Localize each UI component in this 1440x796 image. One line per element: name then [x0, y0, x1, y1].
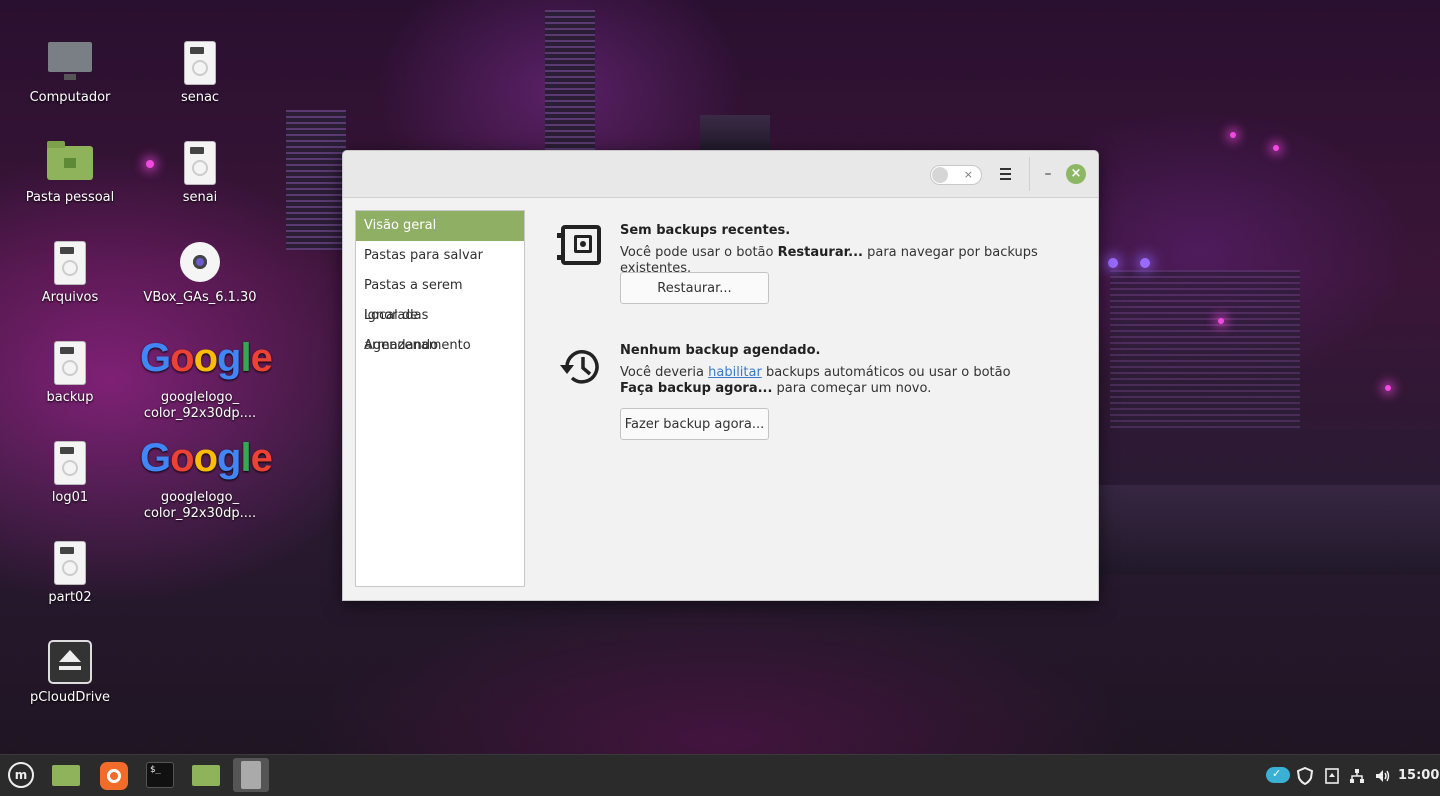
folder-icon [192, 765, 220, 786]
minimize-button[interactable]: – [1036, 162, 1060, 186]
drive-icon [176, 38, 224, 86]
disc-icon [176, 238, 224, 286]
desktop-icon-googlelogo-1[interactable]: Google googlelogo_ color_92x30dp.... [140, 336, 273, 422]
restore-title: Sem backups recentes. [620, 223, 791, 238]
desktop-icon-label: Computador [29, 90, 111, 105]
wallpaper-light [1385, 385, 1391, 391]
desktop-icon-label: Pasta pessoal [25, 190, 115, 205]
desktop-icon-label: VBox_GAs_6.1.30 [143, 290, 257, 305]
sidebar-item-pastas-para-salvar[interactable]: Pastas para salvar [356, 241, 524, 271]
wallpaper-wall [1097, 485, 1440, 575]
schedule-title: Nenhum backup agendado. [620, 343, 821, 358]
desktop-icon-label: pCloudDrive [29, 690, 111, 705]
google-logo-icon: Google [140, 336, 273, 380]
desktop-icon-part02[interactable]: part02 [10, 538, 130, 605]
volume-icon[interactable] [1374, 755, 1392, 796]
titlebar-separator [1029, 157, 1030, 191]
drive-icon [176, 138, 224, 186]
pcloud-sync-icon[interactable] [1266, 766, 1290, 783]
taskbar-files-window[interactable] [188, 758, 224, 792]
menu-button-mint[interactable]: m [4, 758, 40, 792]
toggle-switch[interactable]: × [930, 165, 982, 185]
terminal-icon: $_ [146, 762, 174, 788]
desktop-icon-label: Arquivos [41, 290, 99, 305]
backup-tool-icon [241, 761, 261, 789]
firefox-icon [100, 762, 128, 790]
desktop-icon-label: backup [46, 390, 94, 405]
wallpaper-light [1273, 145, 1279, 151]
schedule-description: Você deveria habilitar backups automátic… [620, 365, 1011, 396]
safe-icon [557, 223, 605, 271]
backup-window: × – × Visão geral Pastas para salvar Pas… [342, 150, 1099, 601]
toggle-knob [932, 167, 948, 183]
desktop-icon-label: googlelogo_ color_92x30dp.... [143, 390, 257, 421]
restore-button[interactable]: Restaurar... [620, 272, 769, 304]
enable-link[interactable]: habilitar [708, 365, 762, 380]
taskbar-files-launcher[interactable] [48, 758, 84, 792]
drive-icon [46, 438, 94, 486]
drive-icon [46, 538, 94, 586]
sidebar: Visão geral Pastas para salvar Pastas a … [355, 210, 525, 587]
clock[interactable]: 15:00 [1398, 755, 1439, 796]
wallpaper-light [1218, 318, 1224, 324]
desktop-icon-log01[interactable]: log01 [10, 438, 130, 505]
folder-icon [52, 765, 80, 786]
desktop-icon-vbox[interactable]: VBox_GAs_6.1.30 [140, 238, 260, 305]
desktop-icon-label: senac [180, 90, 220, 105]
desktop-icon-label: googlelogo_ color_92x30dp.... [143, 490, 257, 521]
history-clock-icon [557, 343, 605, 391]
close-button[interactable]: × [1066, 164, 1086, 184]
desktop-icon-googlelogo-2[interactable]: Google googlelogo_ color_92x30dp.... [140, 436, 273, 522]
desktop-icon-label: log01 [51, 490, 89, 505]
drive-icon [46, 338, 94, 386]
notes-icon[interactable] [1324, 755, 1340, 796]
wallpaper-tower [700, 115, 770, 155]
desktop-icon-senai[interactable]: senai [140, 138, 260, 205]
wallpaper-tower [545, 10, 595, 155]
sidebar-item-pastas-ignoradas[interactable]: Pastas a serem ignoradas [356, 271, 524, 323]
backup-now-button[interactable]: Fazer backup agora... [620, 408, 769, 440]
eject-icon [46, 638, 94, 686]
hamburger-icon [999, 168, 1011, 170]
taskbar: m $_ 15:00 [0, 754, 1440, 796]
linux-mint-icon: m [8, 762, 34, 788]
wallpaper-light [1230, 132, 1236, 138]
home-folder-icon [46, 138, 94, 186]
taskbar-firefox-launcher[interactable] [96, 758, 132, 792]
window-titlebar[interactable]: × – × [343, 151, 1098, 198]
network-icon[interactable] [1348, 755, 1366, 796]
hamburger-icon-line [999, 173, 1011, 175]
hamburger-icon-line [999, 178, 1011, 180]
wallpaper-tower [286, 110, 346, 250]
menu-button[interactable] [993, 162, 1017, 186]
taskbar-backup-window[interactable] [233, 758, 269, 792]
computer-icon [46, 38, 94, 86]
toggle-off-icon: × [963, 168, 973, 181]
desktop-icon-backup[interactable]: backup [10, 338, 130, 405]
desktop-icon-senac[interactable]: senac [140, 38, 260, 105]
desktop-icon-label: part02 [48, 590, 92, 605]
sidebar-item-local-armazenamento[interactable]: Local de armazenamento [356, 301, 524, 353]
desktop-icon-pasta-pessoal[interactable]: Pasta pessoal [10, 138, 130, 205]
desktop-icon-arquivos[interactable]: Arquivos [10, 238, 130, 305]
wallpaper-light [1108, 258, 1118, 268]
drive-icon [46, 238, 94, 286]
shield-icon[interactable] [1296, 755, 1314, 796]
desktop-icon-label: senai [182, 190, 218, 205]
wallpaper-tower [1110, 270, 1300, 430]
google-logo-icon: Google [140, 436, 273, 480]
desktop-icon-computador[interactable]: Computador [10, 38, 130, 105]
wallpaper-light [1140, 258, 1150, 268]
taskbar-terminal-launcher[interactable]: $_ [142, 758, 178, 792]
sidebar-item-visao-geral[interactable]: Visão geral [356, 211, 524, 241]
desktop-icon-pclouddrive[interactable]: pCloudDrive [10, 638, 130, 705]
